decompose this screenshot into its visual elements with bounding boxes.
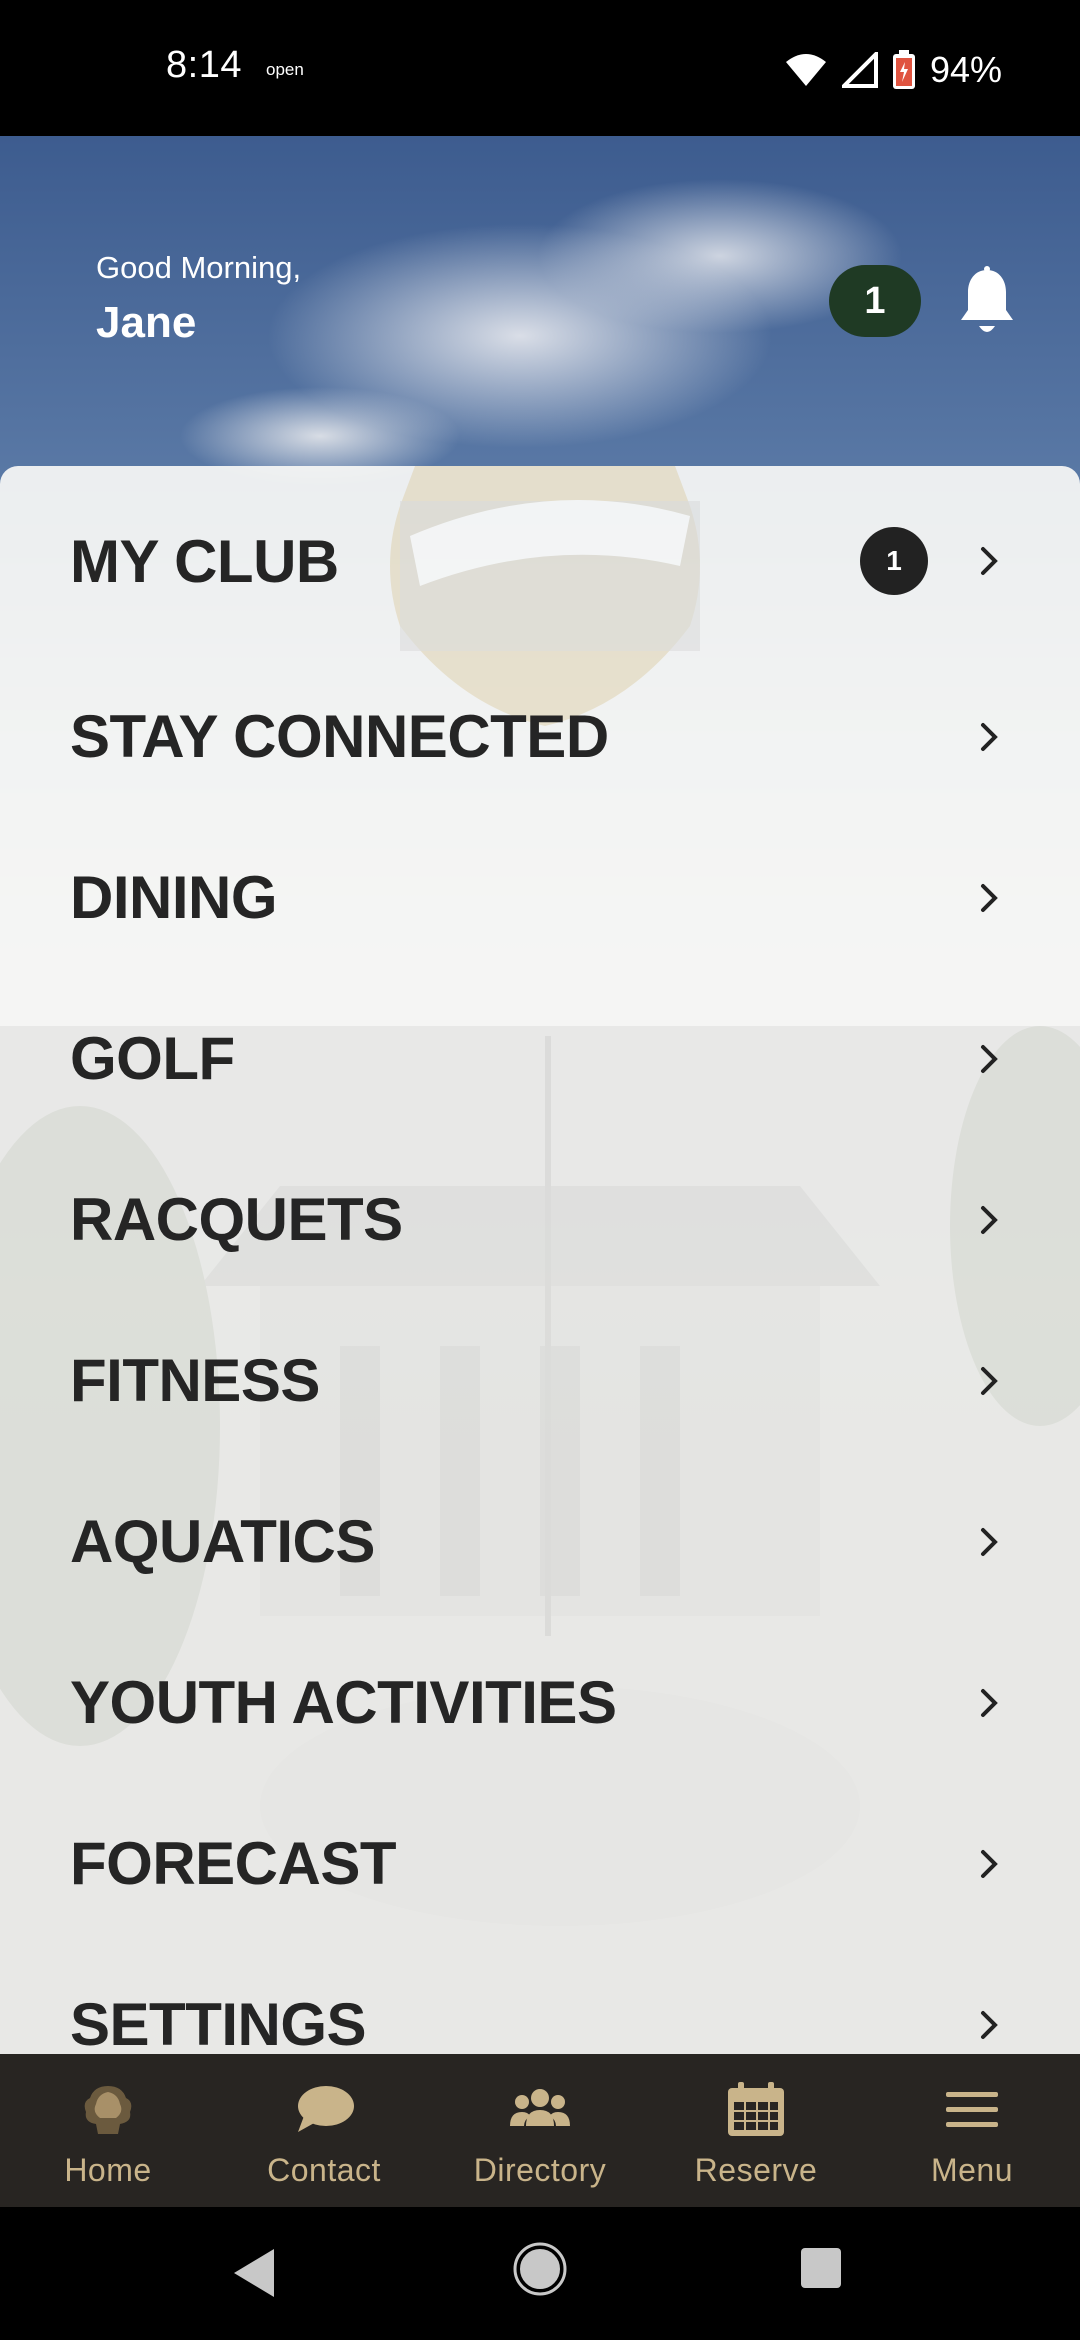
menu-list: MY CLUB 1 STAY CONNECTED DINING GOLF RAC… bbox=[0, 466, 1080, 2056]
menu-item-my-club[interactable]: MY CLUB 1 bbox=[0, 466, 1080, 656]
chevron-right-icon bbox=[981, 547, 998, 575]
club-logo-icon bbox=[84, 2086, 132, 2134]
bottom-tab-bar: Home Contact Directory Reserve Menu bbox=[0, 2054, 1080, 2207]
tab-label: Directory bbox=[473, 2152, 607, 2188]
menu-item-racquets[interactable]: RACQUETS bbox=[0, 1139, 1080, 1300]
my-club-count-badge: 1 bbox=[860, 527, 928, 595]
menu-item-label: SETTINGS bbox=[70, 1991, 367, 2056]
system-navigation-bar bbox=[0, 2207, 1080, 2340]
battery-percent: 94% bbox=[929, 49, 1002, 90]
chevron-right-icon bbox=[981, 722, 998, 751]
signal-icon bbox=[841, 52, 878, 88]
menu-item-label: AQUATICS bbox=[70, 1508, 375, 1575]
menu-item-youth-activities[interactable]: YOUTH ACTIVITIES bbox=[0, 1622, 1080, 1783]
menu-item-fitness[interactable]: FITNESS bbox=[0, 1300, 1080, 1461]
tab-reserve[interactable]: Reserve bbox=[648, 2054, 864, 2207]
chevron-right-icon bbox=[981, 1527, 998, 1556]
menu-panel: MY CLUB 1 STAY CONNECTED DINING GOLF RAC… bbox=[0, 466, 1080, 2056]
tab-label: Reserve bbox=[694, 2152, 818, 2188]
menu-item-dining[interactable]: DINING bbox=[0, 817, 1080, 978]
people-icon bbox=[510, 2089, 570, 2126]
chevron-right-icon bbox=[981, 1366, 998, 1395]
tab-label: Menu bbox=[930, 2152, 1014, 2188]
chevron-right-icon bbox=[981, 883, 998, 912]
chevron-right-icon bbox=[981, 1688, 998, 1717]
menu-item-label: DINING bbox=[70, 864, 278, 931]
menu-item-aquatics[interactable]: AQUATICS bbox=[0, 1461, 1080, 1622]
menu-item-label: YOUTH ACTIVITIES bbox=[70, 1669, 617, 1736]
menu-item-stay-connected[interactable]: STAY CONNECTED bbox=[0, 656, 1080, 817]
wifi-icon bbox=[785, 54, 826, 86]
menu-item-label: MY CLUB bbox=[70, 527, 339, 595]
menu-item-settings[interactable]: SETTINGS bbox=[0, 1944, 1080, 2056]
tab-directory[interactable]: Directory bbox=[432, 2054, 648, 2207]
tab-contact[interactable]: Contact bbox=[216, 2054, 432, 2207]
greeting-text: Good Morning, bbox=[96, 250, 302, 285]
chevron-right-icon bbox=[981, 1044, 998, 1073]
back-icon[interactable] bbox=[230, 2245, 280, 2301]
status-time: 8:14 bbox=[166, 44, 242, 86]
battery-icon bbox=[892, 50, 915, 89]
menu-item-label: STAY CONNECTED bbox=[70, 703, 609, 770]
hamburger-icon bbox=[946, 2092, 998, 2127]
tab-menu[interactable]: Menu bbox=[864, 2054, 1080, 2207]
chevron-right-icon bbox=[981, 1849, 998, 1878]
home-button-icon[interactable] bbox=[513, 2241, 567, 2297]
menu-item-label: GOLF bbox=[70, 1025, 235, 1092]
status-bar: 8:14 open 94% bbox=[0, 0, 1080, 136]
status-carrier-text: open bbox=[266, 60, 304, 79]
tab-home[interactable]: Home bbox=[0, 2054, 216, 2207]
chevron-right-icon bbox=[981, 1205, 998, 1234]
menu-item-forecast[interactable]: FORECAST bbox=[0, 1783, 1080, 1944]
menu-item-golf[interactable]: GOLF bbox=[0, 978, 1080, 1139]
menu-item-label: FITNESS bbox=[70, 1347, 320, 1414]
user-name: Jane bbox=[96, 298, 197, 347]
recents-icon[interactable] bbox=[800, 2247, 842, 2289]
notification-count-badge[interactable]: 1 bbox=[829, 265, 921, 337]
calendar-icon bbox=[728, 2082, 784, 2136]
tab-label: Home bbox=[64, 2152, 152, 2188]
chevron-right-icon bbox=[981, 2010, 998, 2039]
tab-label: Contact bbox=[267, 2152, 381, 2188]
menu-item-label: RACQUETS bbox=[70, 1186, 403, 1253]
status-icons: 94% bbox=[784, 40, 1002, 100]
menu-item-label: FORECAST bbox=[70, 1830, 397, 1897]
bell-icon[interactable] bbox=[958, 266, 1016, 338]
chat-bubble-icon bbox=[298, 2086, 354, 2132]
